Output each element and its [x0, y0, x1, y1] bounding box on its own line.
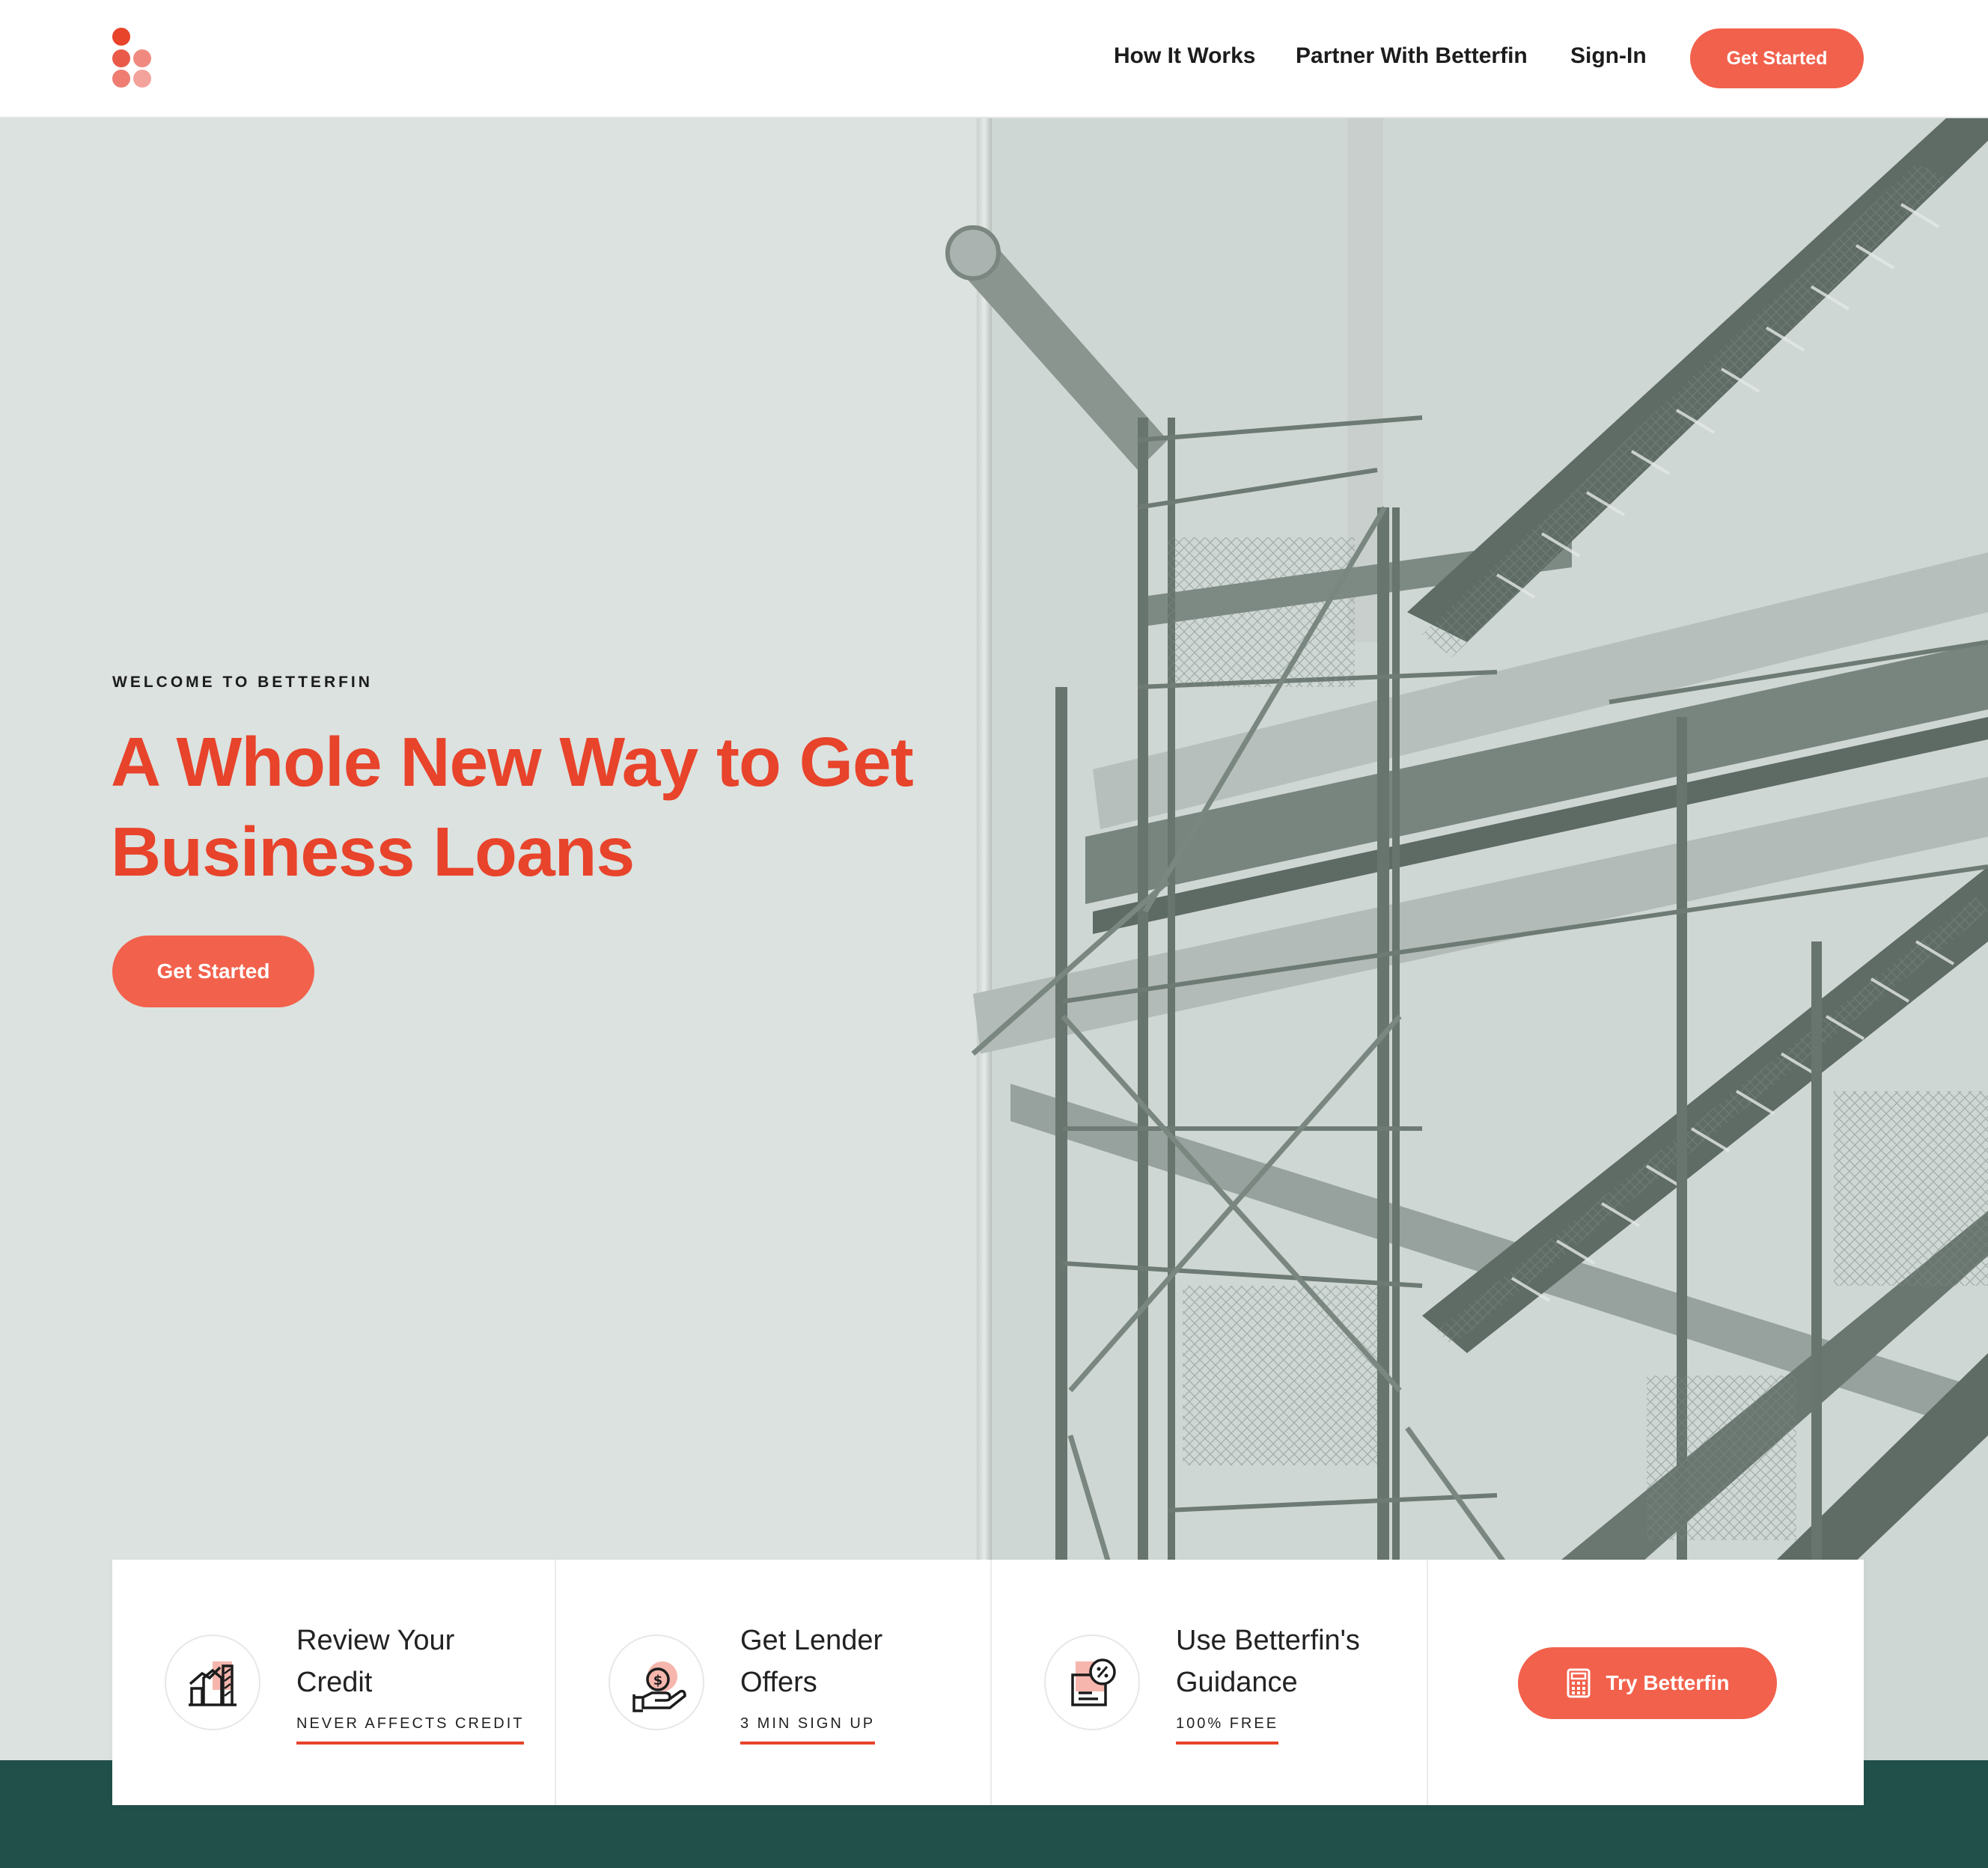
- feature-title: Get Lender Offers: [740, 1620, 965, 1703]
- hero-headline-line2: Business Loans: [111, 813, 635, 891]
- hero-get-started-button[interactable]: Get Started: [112, 935, 314, 1007]
- try-betterfin-label: Try Betterfin: [1606, 1671, 1730, 1694]
- hero-section: WELCOME TO BETTERFIN A Whole New Way to …: [0, 118, 1988, 1760]
- betterfin-logo-icon[interactable]: [111, 27, 159, 91]
- feature-title-line1: Use Betterfin's: [1176, 1625, 1360, 1656]
- staircase-scaffold-photo: [945, 118, 1988, 1760]
- feature-subtitle[interactable]: NEVER AFFECTS CREDIT: [296, 1715, 525, 1745]
- hero-headline-line1: A Whole New Way to Get: [111, 723, 914, 801]
- feature-guidance: Use Betterfin's Guidance 100% FREE: [992, 1560, 1428, 1805]
- calculator-icon: [1567, 1668, 1591, 1698]
- feature-subtitle[interactable]: 100% FREE: [1176, 1715, 1279, 1745]
- nav-sign-in[interactable]: Sign-In: [1570, 43, 1647, 69]
- credit-chart-icon: [165, 1634, 260, 1730]
- try-betterfin-button[interactable]: Try Betterfin: [1518, 1647, 1777, 1719]
- feature-title: Use Betterfin's Guidance: [1176, 1620, 1400, 1703]
- site-header: How It Works Partner With Betterfin Sign…: [0, 0, 1988, 118]
- feature-title-line1: Get Lender: [740, 1625, 883, 1656]
- feature-title-line2: Guidance: [1176, 1667, 1298, 1698]
- hero-eyebrow: WELCOME TO BETTERFIN: [112, 674, 373, 691]
- feature-lender-offers: $ Get Lender Offers 3 MIN SIGN UP: [556, 1560, 992, 1805]
- feature-title-line1: Review Your: [296, 1625, 455, 1656]
- feature-title: Review Your Credit: [296, 1620, 521, 1703]
- header-get-started-button[interactable]: Get Started: [1690, 28, 1864, 88]
- feature-review-credit: Review Your Credit NEVER AFFECTS CREDIT: [112, 1560, 556, 1805]
- hand-coin-icon: $: [609, 1634, 704, 1730]
- svg-text:$: $: [653, 1673, 663, 1688]
- feature-subtitle[interactable]: 3 MIN SIGN UP: [740, 1715, 876, 1745]
- percent-document-icon: [1044, 1634, 1140, 1730]
- nav-how-it-works[interactable]: How It Works: [1114, 43, 1255, 69]
- feature-title-line2: Credit: [296, 1667, 373, 1698]
- feature-cta: Try Betterfin: [1428, 1560, 1864, 1805]
- features-card: Review Your Credit NEVER AFFECTS CREDIT …: [112, 1560, 1864, 1805]
- hero-headline: A Whole New Way to Get Business Loans: [111, 717, 1009, 897]
- feature-title-line2: Offers: [740, 1667, 817, 1698]
- nav-partner-with-betterfin[interactable]: Partner With Betterfin: [1296, 43, 1528, 69]
